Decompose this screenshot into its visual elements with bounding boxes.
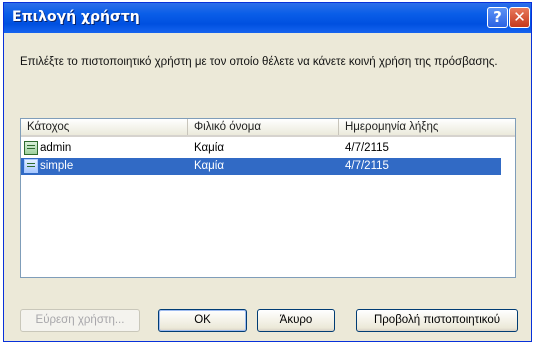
title-bar[interactable]: Επιλογή χρήστη ? ✕ <box>4 3 531 33</box>
certificate-icon <box>24 141 38 155</box>
row-expiration: 4/7/2115 <box>345 142 389 154</box>
list-header: Κάτοχος Φιλικό όνομα Ημερομηνία λήξης <box>21 119 515 137</box>
list-row-admin[interactable]: admin Καμία 4/7/2115 <box>21 140 515 157</box>
column-header-owner[interactable]: Κάτοχος <box>21 119 188 135</box>
row-owner: admin <box>40 142 72 154</box>
certificate-icon <box>24 159 38 173</box>
view-certificate-button[interactable]: Προβολή πιστοποιητικού <box>356 309 518 332</box>
row-expiration: 4/7/2115 <box>345 160 389 172</box>
row-owner: simple <box>40 160 74 172</box>
select-user-dialog: Επιλογή χρήστη ? ✕ Επιλέξτε το πιστοποιη… <box>3 2 532 342</box>
dialog-title: Επιλογή χρήστη <box>12 9 140 25</box>
row-friendly-name: Καμία <box>194 160 225 172</box>
ok-button[interactable]: OK <box>158 309 247 332</box>
find-user-button[interactable]: Εύρεση χρήστη... <box>20 309 140 332</box>
close-icon[interactable]: ✕ <box>509 7 530 28</box>
list-row-simple[interactable]: simple Καμία 4/7/2115 <box>21 158 501 175</box>
column-header-friendly-name[interactable]: Φιλικό όνομα <box>188 119 339 135</box>
row-friendly-name: Καμία <box>194 142 225 154</box>
help-icon[interactable]: ? <box>487 7 508 28</box>
column-header-expiration[interactable]: Ημερομηνία λήξης <box>339 119 515 135</box>
cancel-button[interactable]: Άκυρο <box>257 309 335 332</box>
certificate-list[interactable]: Κάτοχος Φιλικό όνομα Ημερομηνία λήξης ad… <box>20 118 516 278</box>
instruction-text: Επιλέξτε το πιστοποιητικό χρήστη με τον … <box>20 56 498 68</box>
